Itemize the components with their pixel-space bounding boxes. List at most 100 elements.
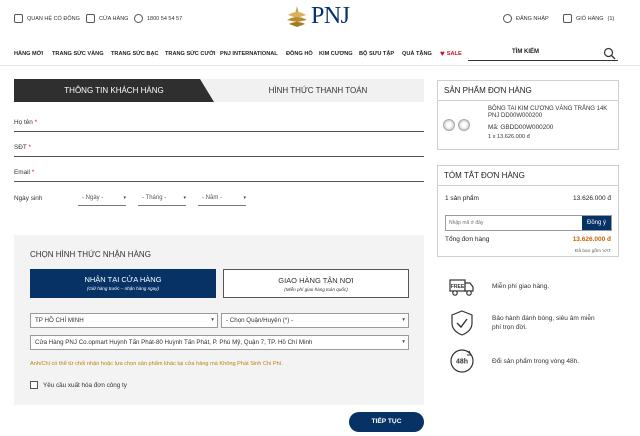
email-field[interactable]: Email *: [14, 166, 424, 182]
top-bar: QUAN HỆ CỔ ĐÔNG CỬA HÀNG 1800 54 54 57 P…: [0, 0, 640, 40]
pnj-logo[interactable]: PNJ: [286, 3, 350, 30]
search-icon[interactable]: [603, 47, 616, 60]
nav-item-gold-jewelry[interactable]: TRANG SỨC VÀNG: [52, 51, 104, 57]
free-shipping-text: Miễn phí giao hàng.: [492, 283, 550, 290]
user-icon: [503, 14, 512, 23]
nav-item-gifts[interactable]: QUÀ TẶNG: [402, 51, 432, 57]
product-thumbnail[interactable]: [443, 117, 473, 133]
item-count-row: 1 sản phẩm 13.626.000 đ: [445, 195, 611, 202]
nav-item-watches[interactable]: ĐỒNG HỒ: [286, 51, 313, 57]
home-delivery-button[interactable]: GIAO HÀNG TẬN NƠI (Miễn phí giao hàng to…: [223, 269, 409, 298]
product-code: Mã: GBDD00W000200: [488, 124, 554, 131]
chevron-down-icon: ▾: [402, 317, 405, 323]
order-product-item: BÔNG TAI KIM CƯƠNG VÀNG TRẮNG 14K PNJ DD…: [438, 101, 618, 150]
nav-item-collections[interactable]: BỘ SƯU TẬP: [359, 51, 394, 57]
earring-image-icon: [443, 119, 455, 131]
dob-day-select[interactable]: - Ngày - ▾: [78, 193, 126, 206]
invoice-checkbox[interactable]: [30, 381, 38, 389]
order-products-card: SẢN PHẨM ĐƠN HÀNG BÔNG TAI KIM CƯƠNG VÀN…: [437, 80, 619, 150]
nav-item-new[interactable]: HÀNG MỚI: [14, 51, 43, 57]
full-name-label: Họ tên *: [14, 119, 38, 126]
district-select[interactable]: - Chọn Quận/Huyện (*) - ▾: [221, 313, 409, 328]
email-label: Email *: [14, 169, 35, 176]
checkout-steps: THÔNG TIN KHÁCH HÀNG HÌNH THỨC THANH TOÁ…: [14, 79, 424, 102]
store-select[interactable]: Cửa Hàng PNJ Co.opmart Huỳnh Tấn Phát-80…: [30, 335, 409, 350]
total-value: 13.626.000 đ: [572, 236, 611, 243]
dob-day-value: - Ngày -: [82, 195, 104, 201]
city-select[interactable]: TP HỒ CHÍ MINH ▾: [30, 313, 218, 328]
receive-method-title: CHỌN HÌNH THỨC NHẬN HÀNG: [30, 250, 151, 259]
nav-item-pnj-international[interactable]: PNJ INTERNATIONAL: [220, 51, 278, 57]
tab-payment-method[interactable]: HÌNH THỨC THANH TOÁN: [228, 79, 408, 102]
brand-name: PNJ: [311, 3, 350, 29]
nav-item-sale[interactable]: ♥ SALE: [440, 49, 462, 58]
phone-field[interactable]: SĐT *: [14, 141, 424, 157]
dob-month-select[interactable]: - Tháng - ▾: [138, 193, 186, 206]
48h-icon-text: 48h: [456, 359, 468, 366]
home-delivery-subtitle: (Miễn phí giao hàng toàn quốc): [284, 287, 348, 292]
continue-button[interactable]: TIẾP TỤC: [349, 412, 424, 432]
free-icon-text: FREE: [451, 284, 465, 290]
item-count-label: 1 sản phẩm: [445, 195, 479, 202]
chevron-down-icon: ▾: [123, 195, 126, 201]
vat-note: Đã bao gồm VAT: [574, 249, 611, 254]
receive-method-panel: CHỌN HÌNH THỨC NHẬN HÀNG NHẬN TẠI CỬA HÀ…: [14, 235, 424, 405]
chevron-down-icon: ▾: [183, 195, 186, 201]
login-link[interactable]: ĐĂNG NHẬP: [503, 14, 549, 23]
warranty-line-2: phí trọn đời.: [492, 324, 527, 331]
nav-item-wedding-jewelry[interactable]: TRANG SỨC CƯỚI: [165, 51, 215, 57]
benefit-48h-return: 48h Đổi sản phẩm trong vòng 48h.: [449, 348, 579, 374]
coupon-input[interactable]: [449, 220, 569, 226]
date-of-birth-label: Ngày sinh: [14, 195, 43, 202]
benefit-free-shipping: FREE Miễn phí giao hàng.: [449, 273, 549, 299]
coupon-field: Đồng ý: [445, 215, 612, 231]
heart-icon: ♥: [440, 49, 445, 58]
subtotal-value: 13.626.000 đ: [573, 195, 611, 202]
district-value: - Chọn Quận/Huyện (*) -: [226, 317, 294, 324]
cart-link[interactable]: GIỎ HÀNG (1): [563, 14, 614, 23]
chevron-down-icon: ▾: [402, 339, 405, 345]
warranty-text: Bảo hành đánh bóng, siêu âm miễn phí trọn…: [492, 314, 595, 332]
nav-item-diamonds[interactable]: KIM CƯƠNG: [319, 51, 353, 57]
group-icon: [14, 14, 23, 23]
dob-month-value: - Tháng -: [142, 195, 167, 201]
earring-image-icon: [458, 119, 470, 131]
pickup-in-store-label: NHẬN TẠI CỬA HÀNG: [84, 275, 162, 284]
total-label: Tổng đơn hàng: [445, 236, 490, 243]
tab-customer-info[interactable]: THÔNG TIN KHÁCH HÀNG: [14, 79, 214, 102]
stores-link[interactable]: CỬA HÀNG: [86, 14, 128, 23]
48h-return-icon: 48h: [450, 349, 474, 373]
warranty-line-1: Bảo hành đánh bóng, siêu âm miễn: [492, 315, 595, 322]
dob-year-select[interactable]: - Năm - ▾: [198, 193, 246, 206]
login-label: ĐĂNG NHẬP: [516, 15, 549, 22]
total-row: Tổng đơn hàng 13.626.000 đ: [445, 236, 611, 243]
home-delivery-label: GIAO HÀNG TẬN NƠI: [278, 276, 354, 285]
nav-item-silver-jewelry[interactable]: TRANG SỨC BẠC: [111, 51, 159, 57]
product-quantity-price: 1 x 13.626.000 đ: [488, 134, 530, 140]
hotline-link[interactable]: 1800 54 54 57: [134, 14, 182, 23]
free-shipping-truck-icon: FREE: [449, 279, 474, 296]
apply-coupon-button[interactable]: Đồng ý: [582, 216, 611, 230]
full-name-field[interactable]: Họ tên *: [14, 116, 424, 132]
shopping-bag-icon: [563, 14, 572, 23]
required-mark: *: [34, 119, 38, 126]
cart-count: (1): [607, 15, 615, 22]
store-value: Cửa Hàng PNJ Co.opmart Huỳnh Tấn Phát-80…: [35, 339, 313, 346]
pickup-in-store-button[interactable]: NHẬN TẠI CỬA HÀNG (Giữ hàng trước – nhận…: [30, 269, 216, 298]
order-products-title: SẢN PHẨM ĐƠN HÀNG: [438, 81, 618, 101]
search-box[interactable]: TÌM KIẾM: [468, 47, 618, 61]
search-label: TÌM KIẾM: [512, 49, 539, 55]
investor-relations-link[interactable]: QUAN HỆ CỔ ĐÔNG: [14, 14, 80, 23]
order-summary-title: TÓM TẮT ĐƠN HÀNG: [438, 166, 618, 186]
stores-label: CỬA HÀNG: [99, 15, 129, 22]
order-summary-card: TÓM TẮT ĐƠN HÀNG 1 sản phẩm 13.626.000 đ…: [437, 165, 619, 257]
pickup-note: Anh/Chị có thể từ chối nhận hoặc lựa chọ…: [30, 361, 283, 367]
chevron-down-icon: ▾: [211, 317, 214, 323]
cart-label: GIỎ HÀNG: [576, 15, 604, 22]
shield-icon: [451, 310, 473, 336]
product-name[interactable]: BÔNG TAI KIM CƯƠNG VÀNG TRẮNG 14K PNJ DD…: [488, 106, 613, 120]
invoice-checkbox-row[interactable]: Yêu cầu xuất hóa đơn công ty: [30, 381, 127, 389]
invoice-checkbox-label: Yêu cầu xuất hóa đơn công ty: [43, 381, 127, 389]
benefit-warranty: Bảo hành đánh bóng, siêu âm miễn phí trọn…: [449, 310, 595, 336]
investor-relations-label: QUAN HỆ CỔ ĐÔNG: [27, 15, 80, 22]
